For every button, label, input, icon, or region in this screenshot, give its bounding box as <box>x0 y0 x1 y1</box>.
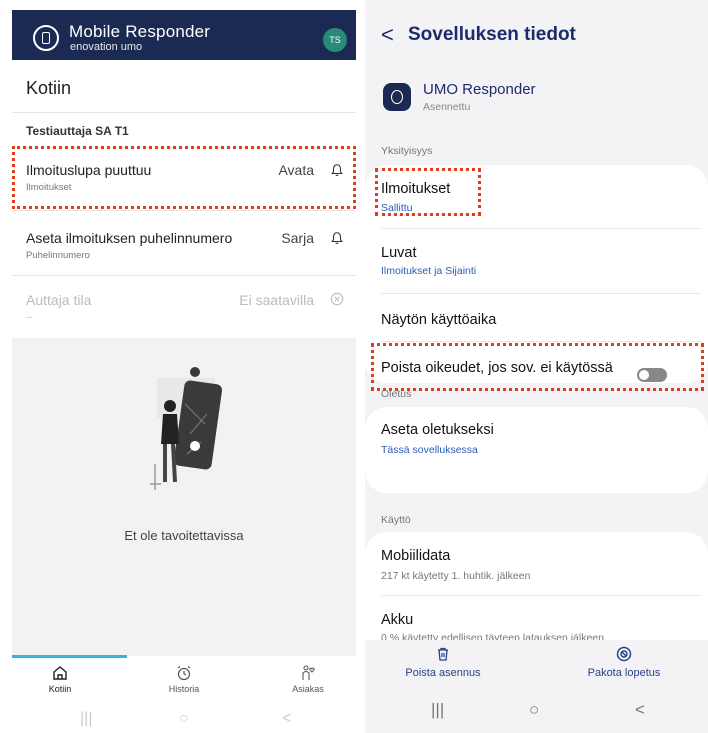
row-sublabel: -- <box>26 312 33 323</box>
app-icon <box>383 83 411 111</box>
section-default: Oletus <box>381 388 412 400</box>
mobile-responder-screen: Mobile Responder enovation umo TS Kotiin… <box>0 0 365 733</box>
phone-number-row[interactable]: Aseta ilmoituksen puhelinnumero Puhelinn… <box>12 214 356 272</box>
set-default-title[interactable]: Aseta oletukseksi <box>381 422 494 438</box>
battery-title[interactable]: Akku <box>381 612 413 628</box>
stop-icon <box>616 646 632 662</box>
nav-home[interactable]: Kotiin <box>20 664 100 694</box>
home-icon <box>53 666 67 680</box>
highlight-box <box>375 168 481 216</box>
app-logo-icon <box>33 25 59 51</box>
nav-customer[interactable]: Asiakas <box>268 664 348 694</box>
app-subtitle: enovation umo <box>70 41 143 53</box>
force-stop-button[interactable]: Pakota lopetus <box>549 640 699 679</box>
avatar[interactable]: TS <box>323 28 347 52</box>
divider <box>381 595 701 596</box>
page-title: Sovelluksen tiedot <box>408 24 576 45</box>
force-stop-label: Pakota lopetus <box>587 667 661 679</box>
permissions-detail: Ilmoitukset ja Sijainti <box>381 265 477 277</box>
page-title: Kotiin <box>26 78 72 98</box>
app-header: Mobile Responder enovation umo TS <box>12 10 356 60</box>
alarm-clock-icon <box>177 666 191 681</box>
bell-icon[interactable] <box>330 231 344 245</box>
app-info-screen: < Sovelluksen tiedot UMO Responder Asenn… <box>365 0 708 733</box>
nav-home-label: Kotiin <box>48 684 72 694</box>
screen-time-title[interactable]: Näytön käyttöaika <box>381 312 496 328</box>
app-name: UMO Responder <box>423 81 536 98</box>
recent-apps-button[interactable]: ||| <box>80 710 92 728</box>
home-button[interactable]: ○ <box>179 710 189 728</box>
row-sublabel: Puhelinnumero <box>26 250 90 261</box>
app-install-status: Asennettu <box>423 101 471 113</box>
permissions-title[interactable]: Luvat <box>381 245 416 261</box>
nav-customer-label: Asiakas <box>292 684 324 694</box>
nav-history-label: Historia <box>168 684 200 694</box>
divider <box>381 293 701 294</box>
trash-icon <box>438 647 448 661</box>
back-button[interactable]: < <box>635 700 645 720</box>
nav-history[interactable]: Historia <box>144 664 224 694</box>
default-card: Aseta oletukseksi Tässä sovelluksessa <box>365 407 708 493</box>
uninstall-label: Poista asennus <box>405 667 481 679</box>
person-heart-icon <box>302 665 315 680</box>
empty-state-area: Et ole tavoitettavissa <box>12 338 356 656</box>
mobile-data-title[interactable]: Mobiilidata <box>381 548 450 564</box>
section-usage: Käyttö <box>381 514 411 526</box>
divider <box>12 112 356 113</box>
row-label: Aseta ilmoituksen puhelinnumero <box>26 230 233 246</box>
back-arrow-icon[interactable]: < <box>381 22 394 48</box>
bottom-navigation: Kotiin Historia Asiakas <box>12 658 356 708</box>
status-value: Ei saatavilla <box>239 292 314 308</box>
system-navigation-bar: ||| ○ < <box>12 708 356 733</box>
home-button[interactable]: ○ <box>529 700 539 720</box>
set-default-detail: Tässä sovelluksessa <box>381 444 478 456</box>
close-circle-icon <box>330 292 344 306</box>
divider <box>381 341 701 342</box>
divider <box>12 210 356 211</box>
divider <box>381 228 701 229</box>
bottom-action-bar: Poista asennus Pakota lopetus <box>365 640 708 700</box>
row-label: Auttaja tila <box>26 292 92 308</box>
user-name: Testiauttaja SA T1 <box>26 124 129 138</box>
section-privacy: Yksityisyys <box>381 145 433 157</box>
unavailable-illustration <box>150 367 223 490</box>
highlight-box <box>371 343 704 391</box>
highlight-box <box>12 146 356 209</box>
mobile-data-detail: 217 kt käytetty 1. huhtik. jälkeen <box>381 570 531 582</box>
uninstall-button[interactable]: Poista asennus <box>368 640 518 679</box>
empty-state-message: Et ole tavoitettavissa <box>124 528 244 543</box>
recent-apps-button[interactable]: ||| <box>431 700 444 720</box>
back-button[interactable]: < <box>282 710 291 728</box>
set-button[interactable]: Sarja <box>281 230 314 246</box>
app-title: Mobile Responder <box>69 22 211 41</box>
helper-status-row: Auttaja tila -- Ei saatavilla <box>12 280 356 338</box>
divider <box>12 275 356 276</box>
